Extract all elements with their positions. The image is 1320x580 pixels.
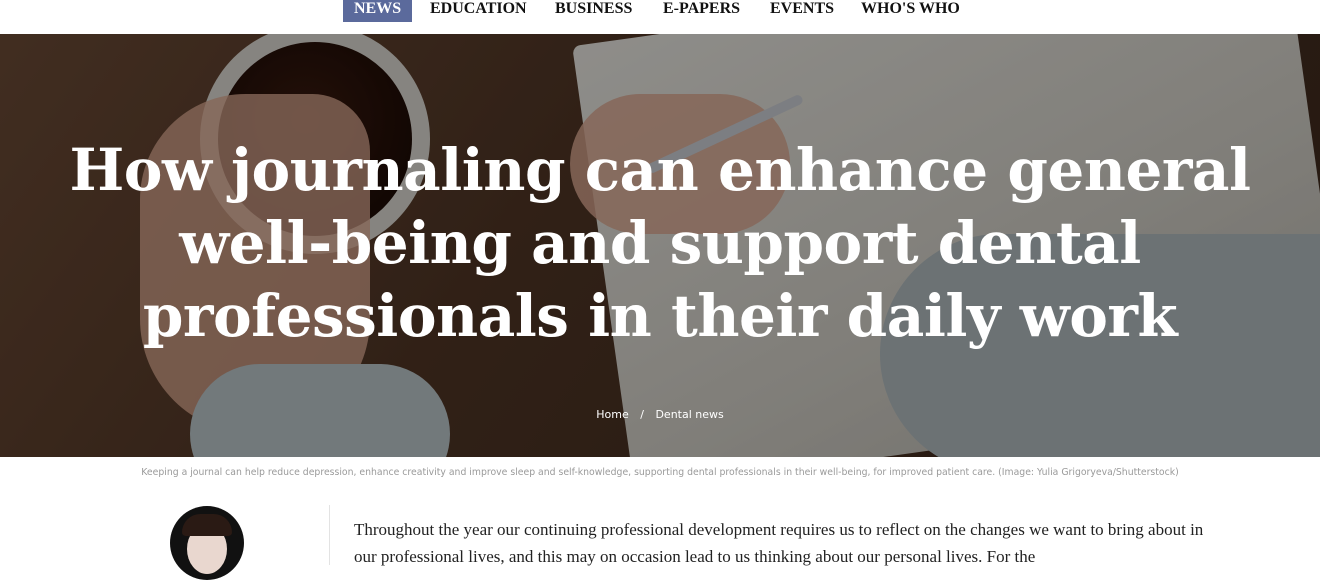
- author-avatar[interactable]: [170, 506, 244, 580]
- breadcrumb: Home / Dental news: [0, 408, 1320, 421]
- avatar-hair: [182, 514, 232, 536]
- breadcrumb-dental-news-link[interactable]: Dental news: [655, 408, 723, 421]
- article-intro-paragraph: Throughout the year our continuing profe…: [354, 520, 1204, 566]
- nav-item-business[interactable]: BUSINESS: [555, 0, 632, 22]
- article-title: How journaling can enhance general well-…: [69, 136, 1251, 350]
- nav-item-education[interactable]: EDUCATION: [430, 0, 527, 22]
- nav-item-whos-who[interactable]: WHO'S WHO: [861, 0, 960, 22]
- image-caption: Keeping a journal can help reduce depres…: [141, 467, 1179, 478]
- top-navigation: NEWS EDUCATION BUSINESS E-PAPERS EVENTS …: [0, 0, 1320, 34]
- nav-item-events[interactable]: EVENTS: [770, 0, 834, 22]
- breadcrumb-separator: /: [640, 408, 644, 421]
- author-divider: [329, 505, 330, 565]
- breadcrumb-home-link[interactable]: Home: [596, 408, 628, 421]
- nav-item-e-papers[interactable]: E-PAPERS: [663, 0, 740, 22]
- nav-item-news[interactable]: NEWS: [343, 0, 413, 22]
- hero-banner: How journaling can enhance general well-…: [0, 34, 1320, 457]
